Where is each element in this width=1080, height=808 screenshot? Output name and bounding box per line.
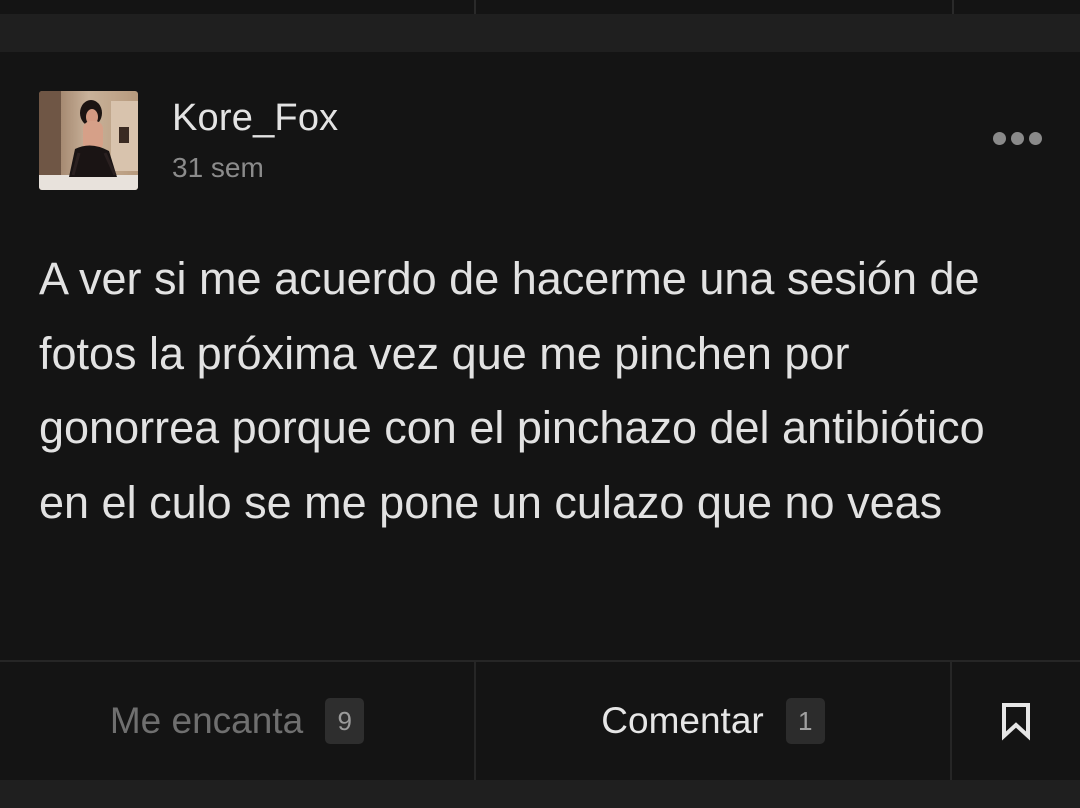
save-button[interactable]: [952, 662, 1080, 780]
divider: [474, 0, 476, 14]
like-button[interactable]: Me encanta 9: [0, 662, 474, 780]
bookmark-icon: [1002, 703, 1030, 741]
author-avatar[interactable]: [39, 91, 138, 190]
comment-label: Comentar: [601, 700, 764, 741]
comment-count-badge: 1: [785, 698, 825, 744]
previous-post-action-bar: [0, 0, 1080, 14]
post-card: Kore_Fox 31 sem A ver si me acuerdo de h…: [0, 52, 1080, 780]
comment-button[interactable]: Comentar 1: [474, 662, 952, 780]
post-timestamp: 31 sem: [172, 152, 264, 183]
more-dots-icon: [990, 130, 1044, 148]
post-action-bar: Me encanta 9 Comentar 1: [0, 660, 1080, 780]
like-label: Me encanta: [109, 700, 304, 741]
divider: [952, 0, 954, 14]
user-avatar-photo-icon: [39, 91, 138, 190]
post-body-text: A ver si me acuerdo de hacerme una sesió…: [39, 253, 985, 528]
like-count-badge: 9: [325, 698, 365, 744]
feed: Kore_Fox 31 sem A ver si me acuerdo de h…: [0, 0, 1080, 808]
more-options-button[interactable]: [985, 124, 1049, 154]
author-name[interactable]: Kore_Fox: [172, 97, 338, 140]
